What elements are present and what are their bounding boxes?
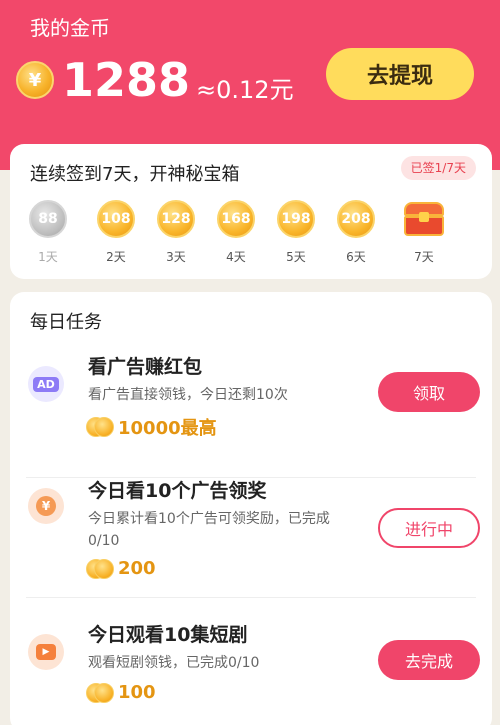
play-video-icon: ▶ bbox=[28, 634, 64, 670]
coin-icon: 208 bbox=[337, 200, 375, 238]
signin-title: 连续签到7天，开神秘宝箱 bbox=[30, 164, 240, 185]
day-label: 6天 bbox=[346, 250, 366, 264]
claim-button[interactable]: 领取 bbox=[378, 372, 480, 412]
coin-icon bbox=[94, 417, 114, 437]
task-item: ¥ 今日看10个广告领奖 今日累计看10个广告可领奖励，已完成0/10 200 … bbox=[10, 458, 492, 598]
task-item: AD 看广告赚红包 看广告直接领钱，今日还剩10次 10000最高 领取 bbox=[10, 338, 492, 478]
reward-amount: 10000最高 bbox=[118, 418, 217, 439]
task-name: 今日看10个广告领奖 bbox=[88, 480, 267, 502]
task-name: 看广告赚红包 bbox=[88, 356, 203, 378]
signin-days: 88 1天 108 2天 128 3天 168 4天 198 5天 208 6天 bbox=[10, 200, 492, 274]
coin-icon: 168 bbox=[217, 200, 255, 238]
signin-progress-badge: 已签1/7天 bbox=[400, 156, 476, 180]
in-progress-button[interactable]: 进行中 bbox=[378, 508, 480, 548]
yen-coin-icon: ¥ bbox=[28, 488, 64, 524]
tasks-title: 每日任务 bbox=[30, 312, 102, 333]
day-label: 4天 bbox=[226, 250, 246, 264]
reward-amount: 200 bbox=[118, 558, 156, 579]
reward-amount: 100 bbox=[118, 682, 156, 703]
coin-icon: 88 bbox=[29, 200, 67, 238]
day-label: 7天 bbox=[414, 250, 434, 264]
task-desc: 今日累计看10个广告可领奖励，已完成0/10 bbox=[88, 511, 330, 549]
task-desc: 观看短剧领钱，已完成0/10 bbox=[88, 655, 260, 671]
balance-amount: 1288 bbox=[62, 53, 191, 107]
daily-tasks-card: 每日任务 AD 看广告赚红包 看广告直接领钱，今日还剩10次 10000最高 领… bbox=[10, 292, 492, 725]
coin-icon: ¥ bbox=[16, 61, 54, 99]
day-label: 2天 bbox=[106, 250, 126, 264]
signin-day-7[interactable]: 7天 bbox=[394, 200, 454, 265]
signin-day-4[interactable]: 168 4天 bbox=[206, 200, 266, 265]
task-desc: 看广告直接领钱，今日还剩10次 bbox=[88, 387, 288, 403]
task-name: 今日观看10集短剧 bbox=[88, 624, 248, 646]
coin-icon: 198 bbox=[277, 200, 315, 238]
go-complete-button[interactable]: 去完成 bbox=[378, 640, 480, 680]
signin-day-5[interactable]: 198 5天 bbox=[266, 200, 326, 265]
balance-cash-value: ≈0.12元 bbox=[196, 75, 294, 104]
task-reward: 10000最高 bbox=[86, 414, 217, 440]
task-item: ▶ 今日观看10集短剧 观看短剧领钱，已完成0/10 100 去完成 bbox=[10, 598, 492, 725]
treasure-chest-icon bbox=[402, 200, 446, 238]
ad-icon: AD bbox=[28, 366, 64, 402]
day-label: 3天 bbox=[166, 250, 186, 264]
day-label: 1天 bbox=[38, 250, 58, 264]
coin-icon bbox=[94, 682, 114, 703]
coin-icon: 128 bbox=[157, 200, 195, 238]
coin-icon bbox=[94, 558, 114, 579]
task-reward: 200 bbox=[86, 558, 156, 579]
withdraw-button[interactable]: 去提现 bbox=[326, 48, 474, 100]
task-reward: 100 bbox=[86, 682, 156, 703]
signin-day-2[interactable]: 108 2天 bbox=[86, 200, 146, 265]
signin-day-1[interactable]: 88 1天 bbox=[18, 200, 78, 265]
signin-day-6[interactable]: 208 6天 bbox=[326, 200, 386, 265]
page-title: 我的金币 bbox=[30, 16, 110, 40]
signin-day-3[interactable]: 128 3天 bbox=[146, 200, 206, 265]
coin-balance: ¥ 1288 ≈0.12元 bbox=[16, 52, 294, 108]
day-label: 5天 bbox=[286, 250, 306, 264]
coin-icon: 108 bbox=[97, 200, 135, 238]
signin-card: 连续签到7天，开神秘宝箱 已签1/7天 88 1天 108 2天 128 3天 … bbox=[10, 144, 492, 279]
